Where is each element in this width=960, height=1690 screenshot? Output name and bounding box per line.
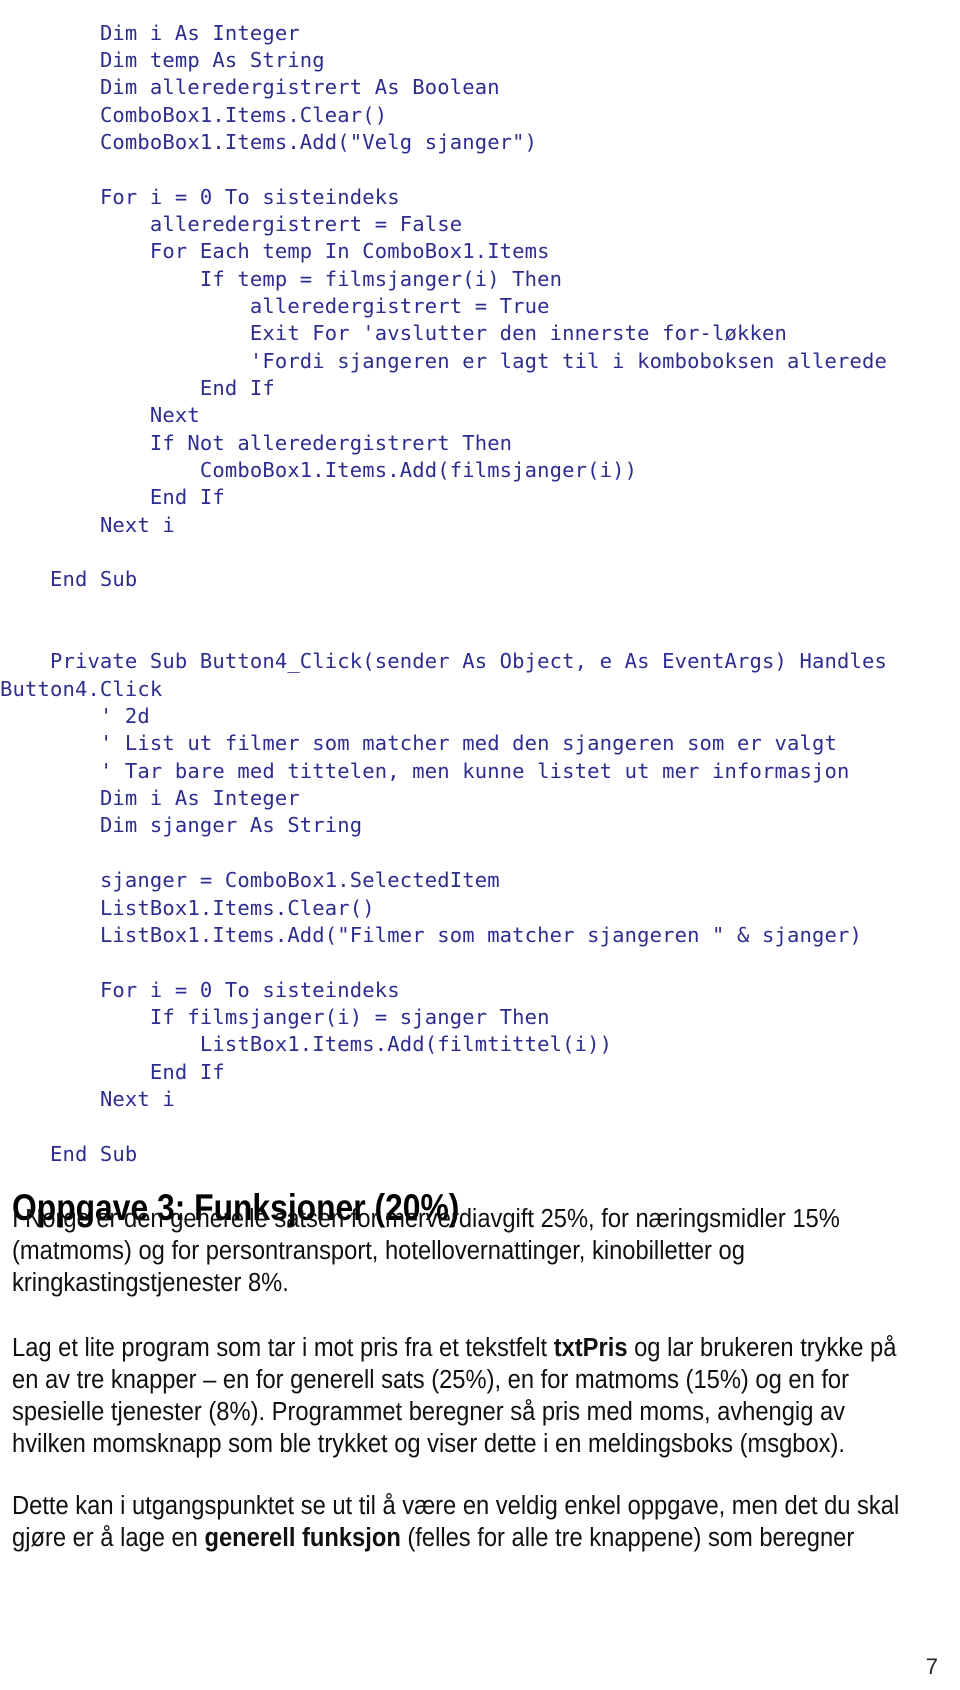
paragraph-mva-rates: I Norge er den generelle satsen for merv… (12, 1203, 912, 1325)
paragraph-part-2: (felles for alle tre knappene) som bereg… (400, 1524, 855, 1552)
vb-code-content: Dim i As Integer Dim temp As String Dim … (0, 20, 887, 1166)
page-number: 7 (925, 1654, 938, 1679)
paragraph-general-function: Dette kan i utgangspunktet se ut til å v… (12, 1490, 912, 1580)
emphasis-generell-funksjon: generell funksjon (204, 1524, 401, 1552)
paragraph-part-1: Lag et lite program som tar i mot pris f… (12, 1334, 554, 1362)
document-page: Dim i As Integer Dim temp As String Dim … (0, 0, 960, 1690)
paragraph-task-description: Lag et lite program som tar i mot pris f… (12, 1332, 912, 1486)
inline-code-txtpris: txtPris (553, 1334, 628, 1362)
paragraph-text: Dette kan i utgangspunktet se ut til å v… (12, 1490, 912, 1554)
vb-code-block: Dim i As Integer Dim temp As String Dim … (0, 21, 960, 1169)
paragraph-text: Lag et lite program som tar i mot pris f… (12, 1332, 912, 1460)
paragraph-text: I Norge er den generelle satsen for merv… (12, 1205, 840, 1297)
